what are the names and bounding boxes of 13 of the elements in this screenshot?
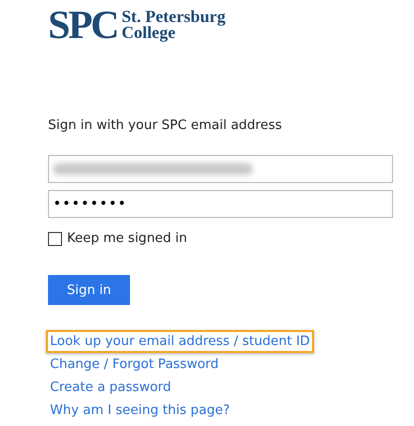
sign-in-button[interactable]: Sign in <box>48 275 130 305</box>
password-field[interactable]: •••••••• <box>48 190 393 218</box>
logo-name: St. Petersburg <box>122 9 226 25</box>
link[interactable]: Look up your email address / student ID <box>46 330 314 353</box>
link[interactable]: Change / Forgot Password <box>46 353 223 376</box>
link[interactable]: Create a password <box>46 376 176 399</box>
logo-name: College <box>122 25 176 41</box>
checkbox-label[interactable]: Keep me signed in <box>67 231 188 246</box>
link[interactable]: Why am I seeing this page? <box>46 399 234 422</box>
sign-in-prompt: Sign in with your SPC email address <box>48 118 283 133</box>
logo-initials: SPC <box>48 6 118 44</box>
checkbox[interactable] <box>48 232 62 246</box>
email-field[interactable] <box>48 155 393 183</box>
